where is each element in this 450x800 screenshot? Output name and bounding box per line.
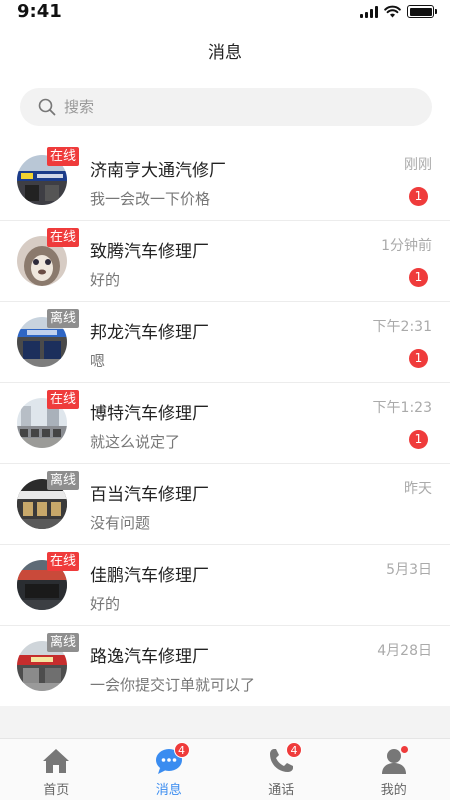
- tab-badge: 4: [286, 742, 302, 758]
- conversation-row[interactable]: 在线 济南亨大通汽修厂 我一会改一下价格 刚刚 1: [0, 140, 450, 221]
- conversation-row[interactable]: 在线 博特汽车修理厂 就这么说定了 下午1:23 1: [0, 383, 450, 464]
- unread-badge: 1: [409, 430, 428, 449]
- offline-status-badge: 离线: [47, 633, 80, 652]
- conversation-name: 博特汽车修理厂: [90, 404, 209, 424]
- tab-home[interactable]: 首页: [0, 739, 113, 800]
- online-status-badge: 在线: [47, 147, 80, 166]
- conversation-last-message: 好的: [90, 595, 121, 613]
- tab-label: 我的: [380, 783, 407, 798]
- conversation-row[interactable]: 离线 路逸汽车修理厂 一会你提交订单就可以了 4月28日: [0, 626, 450, 707]
- status-icons: [360, 5, 437, 18]
- conversation-name: 百当汽车修理厂: [90, 485, 209, 505]
- wifi-icon: [384, 5, 401, 18]
- conversation-name: 邦龙汽车修理厂: [90, 323, 209, 343]
- conversation-list: 在线 济南亨大通汽修厂 我一会改一下价格 刚刚 1 在线 致腾汽车修理厂 好的 …: [0, 140, 450, 707]
- unread-badge: 1: [409, 268, 428, 287]
- conversation-time: 下午1:23: [372, 400, 432, 416]
- list-footer-spacer: [0, 706, 450, 738]
- conversation-row[interactable]: 在线 佳鹏汽车修理厂 好的 5月3日: [0, 545, 450, 626]
- conversation-name: 济南亨大通汽修厂: [90, 161, 226, 181]
- battery-icon: [407, 5, 437, 18]
- conversation-last-message: 就这么说定了: [90, 433, 181, 451]
- conversation-row[interactable]: 在线 致腾汽车修理厂 好的 1分钟前 1: [0, 221, 450, 302]
- tab-label: 消息: [155, 783, 182, 798]
- tab-label: 首页: [43, 783, 70, 798]
- status-time: 9:41: [17, 1, 62, 22]
- conversation-name: 致腾汽车修理厂: [90, 242, 209, 262]
- tab-messages[interactable]: 4 消息: [113, 739, 226, 800]
- status-bar: 9:41: [0, 0, 450, 26]
- search-bar[interactable]: [20, 88, 432, 126]
- online-status-badge: 在线: [47, 228, 80, 247]
- conversation-name: 路逸汽车修理厂: [90, 647, 209, 667]
- search-icon: [38, 98, 56, 116]
- conversation-time: 下午2:31: [372, 319, 432, 335]
- signal-icon: [360, 5, 378, 18]
- conversation-last-message: 好的: [90, 271, 121, 289]
- conversation-time: 5月3日: [386, 562, 432, 578]
- unread-badge: 1: [409, 349, 428, 368]
- conversation-time: 昨天: [404, 481, 432, 497]
- conversation-time: 1分钟前: [381, 238, 432, 254]
- conversation-name: 佳鹏汽车修理厂: [90, 566, 209, 586]
- tab-calls[interactable]: 4 通话: [225, 739, 338, 800]
- offline-status-badge: 离线: [47, 309, 80, 328]
- conversation-last-message: 没有问题: [90, 514, 151, 532]
- page-title: 消息: [208, 43, 242, 63]
- online-status-badge: 在线: [47, 390, 80, 409]
- home-icon: [43, 749, 70, 773]
- conversation-time: 4月28日: [377, 643, 432, 659]
- conversation-row[interactable]: 离线 邦龙汽车修理厂 嗯 下午2:31 1: [0, 302, 450, 383]
- tab-bar: 首页 4 消息 4 通话 我的: [0, 738, 450, 800]
- notification-dot: [400, 746, 408, 753]
- tab-profile[interactable]: 我的: [338, 739, 450, 800]
- conversation-time: 刚刚: [404, 157, 432, 173]
- search-input[interactable]: [64, 98, 364, 116]
- offline-status-badge: 离线: [47, 471, 80, 490]
- conversation-last-message: 我一会改一下价格: [90, 190, 211, 208]
- conversation-last-message: 一会你提交订单就可以了: [90, 676, 256, 694]
- tab-badge: 4: [173, 742, 190, 758]
- unread-badge: 1: [409, 187, 428, 206]
- conversation-last-message: 嗯: [90, 352, 106, 370]
- tab-label: 通话: [268, 783, 295, 798]
- online-status-badge: 在线: [47, 552, 80, 571]
- conversation-row[interactable]: 离线 百当汽车修理厂 没有问题 昨天: [0, 464, 450, 545]
